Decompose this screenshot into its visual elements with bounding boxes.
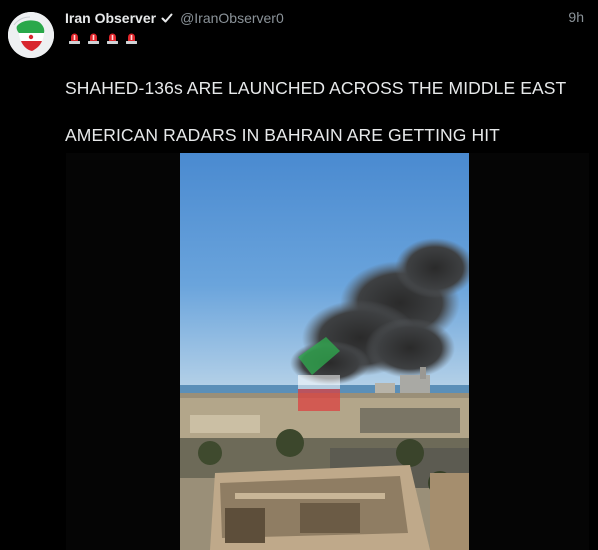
avatar[interactable] — [8, 12, 54, 58]
tweet-text-line: SHAHED-136s ARE LAUNCHED ACROSS THE MIDD… — [65, 78, 567, 98]
tweet-text-line: AMERICAN RADARS IN BAHRAIN ARE GETTING H… — [65, 125, 500, 145]
siren-icon — [106, 31, 119, 45]
siren-icon — [68, 31, 81, 45]
siren-badges — [68, 31, 138, 45]
video-frame[interactable] — [180, 153, 469, 550]
author-handle[interactable]: @IranObserver0 — [180, 10, 284, 26]
video-media[interactable] — [66, 153, 589, 550]
video-still — [180, 153, 469, 550]
author-row: Iran Observer @IranObserver0 — [65, 8, 284, 28]
siren-icon — [125, 31, 138, 45]
tweet-timestamp[interactable]: 9h — [568, 9, 584, 25]
verified-badge-icon — [161, 12, 173, 24]
siren-icon — [87, 31, 100, 45]
iran-flag-avatar-icon — [8, 12, 54, 58]
display-name[interactable]: Iran Observer — [65, 10, 156, 26]
